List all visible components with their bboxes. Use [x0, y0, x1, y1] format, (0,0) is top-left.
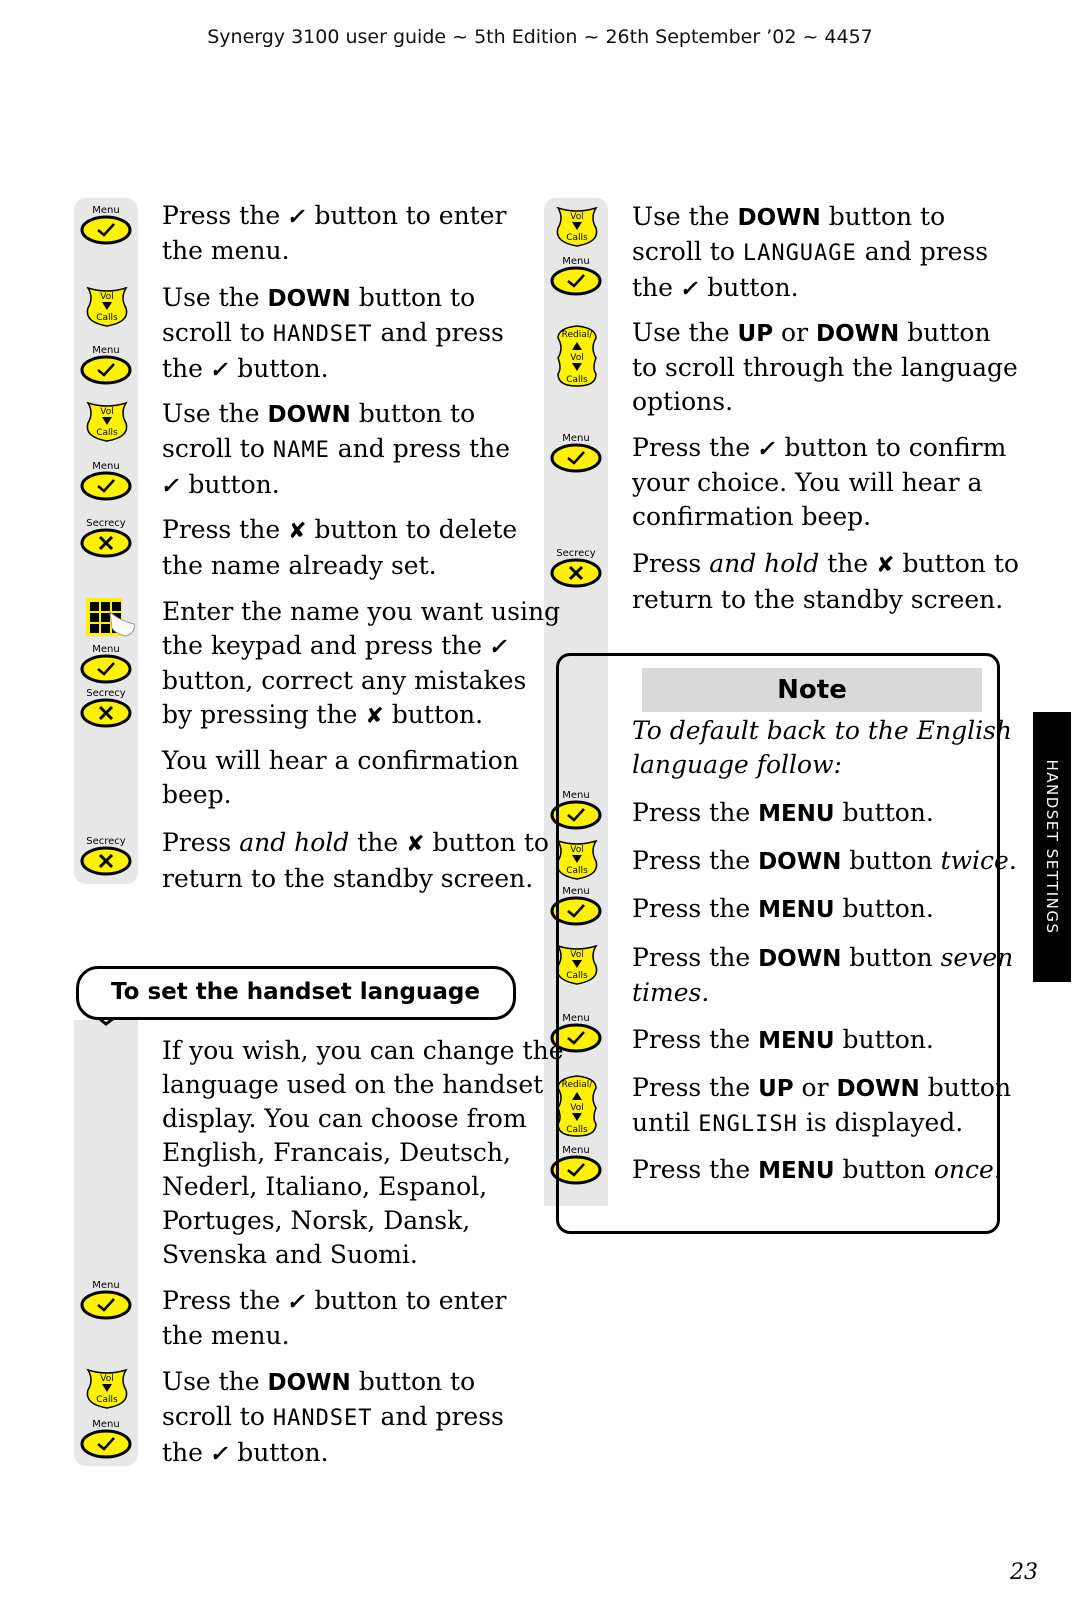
step-delete-name: Press the ✘ button to delete the name al…: [162, 515, 518, 580]
step-scroll-handset-2: Use the DOWN button to scroll to HANDSET…: [162, 1365, 504, 1471]
svg-text:Secrecy: Secrecy: [86, 836, 126, 847]
svg-text:Menu: Menu: [92, 345, 119, 356]
vol-down-button-icon: Vol Calls: [86, 1368, 128, 1409]
section-title: To set the handset language: [111, 979, 480, 1005]
note-step-4: Press the DOWN button seven times.: [632, 943, 1014, 1007]
step-scroll-options: Use the UP or DOWN button to scroll thro…: [632, 318, 1018, 416]
cross-icon: ✘: [876, 553, 895, 578]
svg-text:Vol: Vol: [100, 407, 113, 417]
menu-button-icon: Menu: [80, 461, 132, 501]
menu-button-icon: Menu: [80, 205, 132, 245]
secrecy-button-icon: Secrecy: [80, 688, 132, 728]
note-step-7: Press the MENU button once.: [632, 1155, 1002, 1184]
svg-text:Redial/: Redial/: [562, 330, 594, 340]
menu-button-icon: Menu: [80, 644, 132, 684]
menu-button-icon: Menu: [550, 256, 602, 296]
redial-vol-button-icon: Redial/Vol Calls: [557, 325, 597, 387]
svg-text:Calls: Calls: [566, 233, 588, 243]
secrecy-button-icon: Secrecy: [80, 836, 132, 876]
step-scroll-name: Use the DOWN button to scroll to NAME an…: [159, 397, 510, 503]
cross-icon: ✘: [288, 519, 307, 544]
step-confirmation-beep: You will hear a confirmation beep.: [162, 746, 519, 809]
svg-text:Vol: Vol: [100, 1374, 113, 1384]
cross-icon: ✘: [406, 832, 425, 857]
svg-text:Menu: Menu: [562, 256, 589, 267]
note-step-1: Press the MENU button.: [632, 798, 934, 827]
svg-text:Menu: Menu: [92, 205, 119, 216]
section-side-tab: HANDSET SETTINGS: [1033, 712, 1071, 982]
svg-text:Calls: Calls: [566, 375, 588, 385]
svg-text:Secrecy: Secrecy: [86, 518, 126, 529]
step-enter-menu: Press the ✓ button to enter the menu.: [162, 201, 507, 265]
vol-down-button-icon: Vol Calls: [86, 286, 128, 327]
note-title: Note: [642, 668, 982, 712]
note-step-6: Press the UP or DOWN button until ENGLIS…: [632, 1073, 1012, 1137]
step-return-standby: Press and hold the ✘ button to return to…: [162, 828, 549, 893]
step-confirm-choice: Press the ✓ button to confirm your choic…: [632, 433, 1007, 531]
step-enter-menu-2: Press the ✓ button to enter the menu.: [162, 1286, 507, 1350]
svg-text:Secrecy: Secrecy: [86, 688, 126, 699]
svg-text:Menu: Menu: [92, 644, 119, 655]
note-intro: To default back to the English language …: [632, 716, 1012, 779]
menu-button-icon: Menu: [550, 433, 602, 473]
section-heading: To set the handset language: [76, 966, 516, 1020]
step-scroll-language: Use the DOWN button to scroll to LANGUAG…: [632, 200, 988, 306]
step-scroll-handset: Use the DOWN button to scroll to HANDSET…: [162, 281, 504, 387]
svg-text:Menu: Menu: [562, 433, 589, 444]
secrecy-button-icon: Secrecy: [550, 548, 602, 588]
secrecy-button-icon: Secrecy: [80, 518, 132, 558]
note-step-5: Press the MENU button.: [632, 1025, 934, 1054]
svg-text:Calls: Calls: [96, 313, 118, 323]
page-number: 23: [1010, 1560, 1038, 1585]
svg-text:Menu: Menu: [92, 1419, 119, 1430]
svg-text:Calls: Calls: [96, 1395, 118, 1405]
step-enter-name: Enter the name you want using the keypad…: [162, 595, 560, 734]
language-intro: If you wish, you can change the language…: [162, 1036, 564, 1269]
vol-down-button-icon: Vol Calls: [556, 206, 598, 247]
svg-text:Vol: Vol: [100, 292, 113, 302]
svg-text:Vol: Vol: [570, 212, 583, 222]
svg-text:Calls: Calls: [96, 428, 118, 438]
document-header: Synergy 3100 user guide ~ 5th Edition ~ …: [207, 26, 873, 48]
menu-button-icon: Menu: [80, 1280, 132, 1320]
menu-button-icon: Menu: [80, 345, 132, 385]
svg-text:Vol: Vol: [570, 353, 583, 363]
menu-button-icon: Menu: [80, 1419, 132, 1459]
svg-text:Menu: Menu: [92, 461, 119, 472]
step-return-standby-right: Press and hold the ✘ button to return to…: [632, 549, 1019, 614]
tick-icon: ✓: [487, 634, 512, 660]
cross-icon: ✘: [365, 704, 384, 729]
keypad-icon: [86, 598, 135, 637]
note-step-3: Press the MENU button.: [632, 894, 934, 923]
side-tab-label: HANDSET SETTINGS: [1043, 759, 1061, 935]
svg-text:Secrecy: Secrecy: [556, 548, 596, 559]
svg-text:Menu: Menu: [92, 1280, 119, 1291]
vol-down-button-icon: Vol Calls: [86, 401, 128, 442]
note-step-2: Press the DOWN button twice.: [632, 846, 1017, 875]
